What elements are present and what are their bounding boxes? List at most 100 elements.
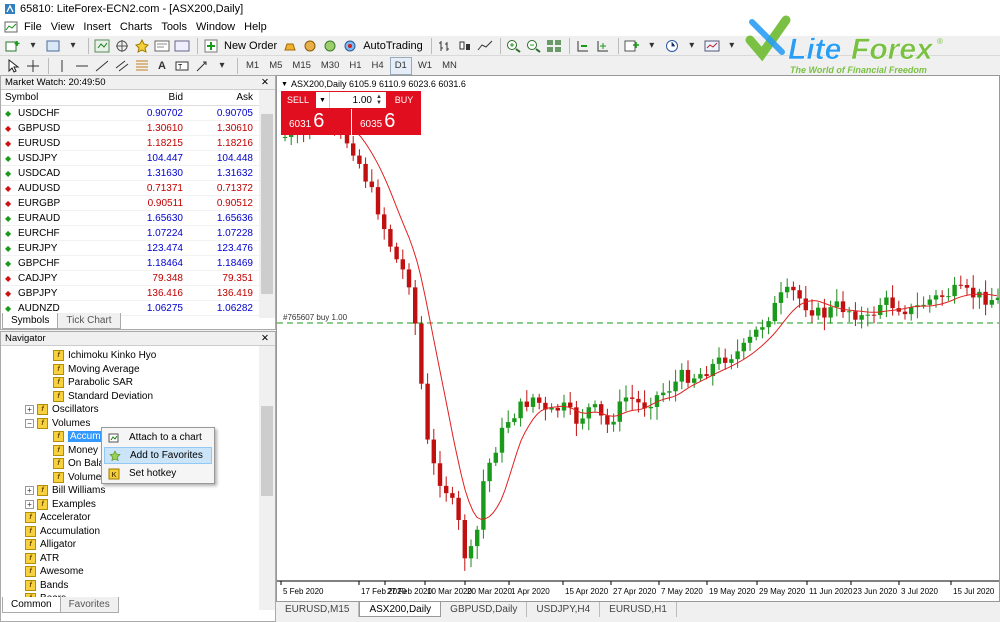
table-row[interactable]: ◆ GBPCHF 1.18464 1.18469 [1,256,259,271]
menu-charts[interactable]: Charts [120,21,161,33]
symbol-column-header[interactable]: Symbol [1,92,111,103]
trendline-icon[interactable] [93,57,111,75]
horizontal-line-icon[interactable] [73,57,91,75]
menu-view[interactable]: View [51,21,84,33]
scrollbar-thumb[interactable] [261,406,273,496]
navigator-item[interactable]: f Parabolic SAR [53,376,133,389]
zoom-in-icon[interactable] [505,37,523,55]
table-row[interactable]: ◆ GBPUSD 1.30610 1.30610 [1,121,259,136]
navigator-item[interactable]: + f Oscillators [25,403,99,416]
expand-icon[interactable]: + [25,486,34,495]
timeframe-w1[interactable]: W1 [414,57,436,75]
autotrading-button[interactable]: AutoTrading [363,40,423,52]
navigator-item[interactable]: f Ichimoku Kinko Hyo [53,349,156,362]
sell-button[interactable]: SELL [281,91,315,109]
expand-icon[interactable]: + [25,405,34,414]
timeframe-m30[interactable]: M30 [317,57,343,75]
chevron-down-icon[interactable]: ▼ [316,92,330,108]
line-chart-icon[interactable] [476,37,494,55]
vertical-line-icon[interactable] [53,57,71,75]
timeframe-m5[interactable]: M5 [265,57,286,75]
terminal-icon[interactable] [153,37,171,55]
navigator-item[interactable]: f ATR [25,552,59,565]
new-order-icon[interactable] [202,37,220,55]
timeframe-m1[interactable]: M1 [242,57,263,75]
navigator-item[interactable]: + f Examples [25,498,96,511]
navigator-item[interactable]: f Money [53,444,98,457]
spin-icon[interactable]: ▲ ▼ [376,94,386,106]
menu-file[interactable]: File [24,21,51,33]
chart-tab[interactable]: ASX200,Daily [359,602,442,617]
timeframe-h4[interactable]: H4 [368,57,388,75]
menu-tools[interactable]: Tools [161,21,196,33]
tab-common[interactable]: Common [2,597,61,613]
menu-item-set-hotkey[interactable]: K Set hotkey [104,465,212,482]
chevron-down-icon[interactable]: ▾ [213,57,231,75]
chart-tab[interactable]: USDJPY,H4 [527,602,601,617]
market-watch-icon[interactable] [93,37,111,55]
indicators-icon[interactable] [623,37,641,55]
chevron-down-icon[interactable]: ▾ [24,37,42,55]
chevron-down-icon[interactable]: ▾ [64,37,82,55]
profiles-icon[interactable] [44,37,62,55]
table-row[interactable]: ◆ USDJPY 104.447 104.448 [1,151,259,166]
bar-chart-icon[interactable] [436,37,454,55]
navigator-item[interactable]: f Volume [53,471,101,484]
timeframe-d1[interactable]: D1 [389,56,412,75]
fibonacci-icon[interactable] [133,57,151,75]
ask-column-header[interactable]: Ask [183,92,255,103]
metaeditor-icon[interactable] [281,37,299,55]
chart-tab[interactable]: GBPUSD,Daily [441,602,528,617]
chart-shift-icon[interactable] [574,37,592,55]
table-row[interactable]: ◆ CADJPY 79.348 79.351 [1,271,259,286]
autotrading-icon[interactable] [341,37,359,55]
collapse-icon[interactable]: − [25,418,34,428]
scrollbar-thumb[interactable] [261,114,273,294]
table-row[interactable]: ◆ EURUSD 1.18215 1.18216 [1,136,259,151]
navigator-item[interactable]: f Bands [25,579,68,592]
close-icon[interactable]: ✕ [261,77,269,88]
periods-icon[interactable] [663,37,681,55]
price-chart[interactable]: 5 Feb 2020 17 Feb 202027 Feb 202010 Mar 2… [277,76,1000,602]
text-label-icon[interactable]: T [173,57,191,75]
tab-symbols[interactable]: Symbols [2,313,59,329]
close-icon[interactable]: ✕ [261,333,269,344]
navigator-scrollbar[interactable] [259,346,275,610]
autoscroll-icon[interactable] [594,37,612,55]
sell-price[interactable]: 6031 6 [281,109,351,135]
candlesticks-icon[interactable] [456,37,474,55]
navigator-item[interactable]: + f Bill Williams [25,484,105,497]
market-watch-scrollbar[interactable] [259,90,275,318]
navigator-item[interactable]: f Accelerator [25,511,91,524]
cursor-icon[interactable] [4,57,22,75]
table-row[interactable]: ◆ EURAUD 1.65630 1.65636 [1,211,259,226]
market-icon[interactable] [321,37,339,55]
chevron-down-icon[interactable]: ▾ [723,37,741,55]
table-row[interactable]: ◆ USDCAD 1.31630 1.31632 [1,166,259,181]
new-order-button[interactable]: New Order [224,40,277,52]
navigator-item[interactable]: − f Volumes [25,417,90,430]
tester-icon[interactable] [173,37,191,55]
new-chart-icon[interactable] [4,37,22,55]
zoom-out-icon[interactable] [525,37,543,55]
navigator-item[interactable]: f Standard Deviation [53,390,153,403]
table-row[interactable]: ◆ EURCHF 1.07224 1.07228 [1,226,259,241]
navigator-item[interactable]: f Awesome [25,565,84,578]
templates-icon[interactable] [703,37,721,55]
navigator-item[interactable]: f Accumulation [25,525,100,538]
timeframe-m15[interactable]: M15 [288,57,314,75]
table-row[interactable]: ◆ USDCHF 0.90702 0.90705 [1,106,259,121]
chart-window[interactable]: 5 Feb 2020 17 Feb 2020 27 Feb 2020 10 Mar 2… [276,75,1000,602]
menu-insert[interactable]: Insert [83,21,120,33]
lot-size-field[interactable]: ▼ 1.00 ▲ ▼ [315,91,387,109]
menu-item-add-to-favorites[interactable]: Add to Favorites [104,447,212,464]
tile-windows-icon[interactable] [545,37,563,55]
menu-window[interactable]: Window [196,21,244,33]
navigator-item[interactable]: f Alligator [25,538,76,551]
menu-item-attach-to-chart[interactable]: Attach to a chart [104,429,212,446]
bid-column-header[interactable]: Bid [111,92,183,103]
timeframe-mn[interactable]: MN [438,57,461,75]
chevron-down-icon[interactable]: ▾ [683,37,701,55]
table-row[interactable]: ◆ AUDUSD 0.71371 0.71372 [1,181,259,196]
buy-button[interactable]: BUY [387,91,421,109]
